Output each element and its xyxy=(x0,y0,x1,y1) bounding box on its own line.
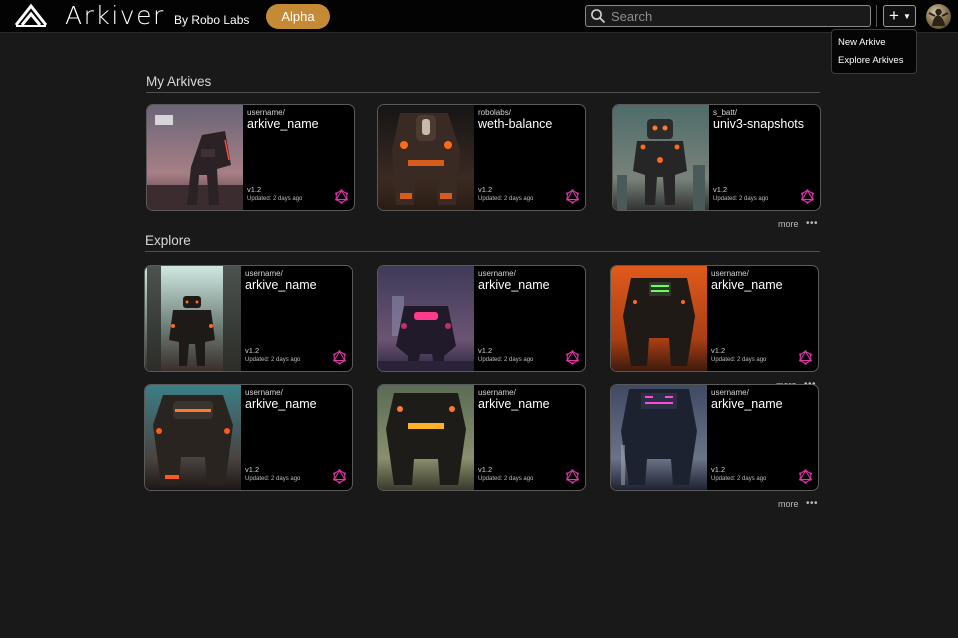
arkive-updated: Updated: 2 days ago xyxy=(711,476,767,482)
avatar-image xyxy=(928,8,949,26)
arkive-version: v1.2 xyxy=(711,346,726,355)
arkive-version: v1.2 xyxy=(247,185,262,194)
arkive-updated: Updated: 2 days ago xyxy=(711,357,767,363)
arkive-card[interactable]: username/ arkive_name v1.2 Updated: 2 da… xyxy=(377,265,586,372)
arkive-version: v1.2 xyxy=(478,465,493,474)
arkive-version: v1.2 xyxy=(245,346,260,355)
graphql-icon[interactable] xyxy=(565,350,580,365)
search-bar[interactable] xyxy=(585,5,871,27)
my-arkives-divider xyxy=(146,92,820,93)
new-arkive-dropdown: New Arkive Explore Arkives xyxy=(831,29,917,74)
arkive-updated: Updated: 2 days ago xyxy=(478,476,534,482)
arkive-thumbnail xyxy=(613,105,709,210)
app-title[interactable]: Arkiver xyxy=(65,1,165,31)
search-input[interactable] xyxy=(611,6,866,26)
search-icon xyxy=(591,9,606,24)
arkive-card[interactable]: username/ arkive_name v1.2 Updated: 2 da… xyxy=(610,265,819,372)
arkive-card[interactable]: username/ arkive_name v1.2 Updated: 2 da… xyxy=(146,104,355,211)
arkive-card[interactable]: username/ arkive_name v1.2 Updated: 2 da… xyxy=(610,384,819,491)
graphql-icon[interactable] xyxy=(565,469,580,484)
arkive-thumbnail xyxy=(147,105,243,210)
menu-item-new-arkive[interactable]: New Arkive xyxy=(838,37,886,49)
arkive-card[interactable]: s_batt/ univ3-snapshots v1.2 Updated: 2 … xyxy=(612,104,821,211)
arkive-version: v1.2 xyxy=(478,185,493,194)
graphql-icon[interactable] xyxy=(798,350,813,365)
arkive-updated: Updated: 2 days ago xyxy=(713,196,769,202)
arkive-name[interactable]: arkive_name xyxy=(711,397,783,412)
arkive-thumbnail xyxy=(378,385,474,490)
caret-down-icon: ▼ xyxy=(903,12,911,21)
menu-item-explore-arkives[interactable]: Explore Arkives xyxy=(838,55,903,67)
arkive-name[interactable]: arkive_name xyxy=(247,117,319,132)
graphql-icon[interactable] xyxy=(800,189,815,204)
navbar: Arkiver By Robo Labs Alpha + ▼ xyxy=(0,0,958,33)
graphql-icon[interactable] xyxy=(334,189,349,204)
more-dots-icon[interactable]: ••• xyxy=(806,219,818,229)
arkive-thumbnail xyxy=(611,385,707,490)
arkive-name[interactable]: arkive_name xyxy=(478,278,550,293)
arkive-card[interactable]: username/ arkive_name v1.2 Updated: 2 da… xyxy=(144,384,353,491)
graphql-icon[interactable] xyxy=(798,469,813,484)
brand-subtitle: By Robo Labs xyxy=(174,13,250,27)
arkive-thumbnail xyxy=(611,266,707,371)
arkive-version: v1.2 xyxy=(245,465,260,474)
arkive-updated: Updated: 2 days ago xyxy=(245,476,301,482)
my-arkives-more-link[interactable]: more xyxy=(778,219,799,230)
graphql-icon[interactable] xyxy=(332,350,347,365)
arkive-updated: Updated: 2 days ago xyxy=(245,357,301,363)
nav-divider xyxy=(876,5,877,27)
graphql-icon[interactable] xyxy=(332,469,347,484)
arkive-name[interactable]: weth-balance xyxy=(478,117,552,132)
arkive-thumbnail xyxy=(378,266,474,371)
arkive-card[interactable]: username/ arkive_name v1.2 Updated: 2 da… xyxy=(144,265,353,372)
alpha-badge: Alpha xyxy=(266,4,330,29)
arkive-name[interactable]: arkive_name xyxy=(245,278,317,293)
arkive-card[interactable]: username/ arkive_name v1.2 Updated: 2 da… xyxy=(377,384,586,491)
arkive-updated: Updated: 2 days ago xyxy=(478,196,534,202)
my-arkives-heading: My Arkives xyxy=(146,74,212,89)
arkive-version: v1.2 xyxy=(713,185,728,194)
arkive-version: v1.2 xyxy=(711,465,726,474)
arkive-updated: Updated: 2 days ago xyxy=(478,357,534,363)
explore-heading: Explore xyxy=(145,233,191,248)
arkive-name[interactable]: arkive_name xyxy=(245,397,317,412)
explore-more-link-bottom[interactable]: more xyxy=(778,499,799,510)
more-dots-icon[interactable]: ••• xyxy=(806,499,818,509)
arkiver-logo-icon[interactable] xyxy=(14,2,48,28)
explore-divider xyxy=(145,251,820,252)
arkive-version: v1.2 xyxy=(478,346,493,355)
arkive-name[interactable]: univ3-snapshots xyxy=(713,117,804,132)
new-arkive-menu-button[interactable]: + ▼ xyxy=(883,5,916,27)
arkive-name[interactable]: arkive_name xyxy=(711,278,783,293)
arkive-thumbnail xyxy=(145,385,241,490)
arkive-name[interactable]: arkive_name xyxy=(478,397,550,412)
user-avatar[interactable] xyxy=(926,4,951,29)
arkive-card[interactable]: robolabs/ weth-balance v1.2 Updated: 2 d… xyxy=(377,104,586,211)
arkive-updated: Updated: 2 days ago xyxy=(247,196,303,202)
arkive-thumbnail xyxy=(145,266,241,371)
graphql-icon[interactable] xyxy=(565,189,580,204)
arkive-thumbnail xyxy=(378,105,474,210)
plus-icon: + xyxy=(889,6,899,25)
